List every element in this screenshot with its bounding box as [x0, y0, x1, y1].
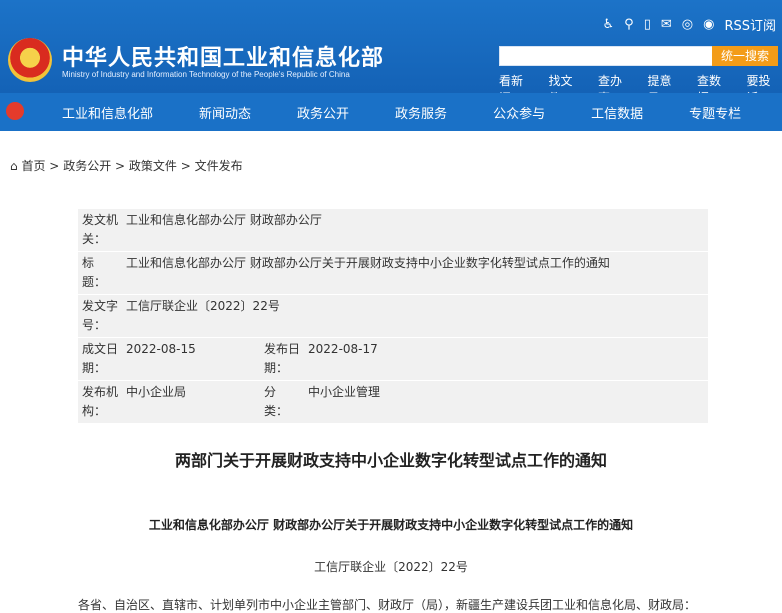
ie-logo-icon[interactable] — [6, 102, 24, 120]
nav-item-topics[interactable]: 专题专栏 — [689, 103, 741, 122]
document-subtitle: 工业和信息化部办公厅 财政部办公厅关于开展财政支持中小企业数字化转型试点工作的通… — [0, 516, 782, 533]
document-title: 两部门关于开展财政支持中小企业数字化转型试点工作的通知 — [0, 447, 782, 471]
meta-label: 发文机关： — [78, 209, 122, 252]
rss-link[interactable]: RSS订阅 — [724, 15, 776, 34]
document-body-first-line: 各省、自治区、直辖市、计划单列市中小企业主管部门、财政厅（局），新疆生产建设兵团… — [78, 596, 778, 613]
meta-label: 分 类： — [260, 381, 304, 424]
weibo-icon[interactable]: ◉ — [703, 17, 714, 32]
meta-org: 中小企业局 — [122, 381, 260, 424]
meta-label: 成文日期： — [78, 338, 122, 381]
meta-label: 发布日期： — [260, 338, 304, 381]
site-subtitle: Ministry of Industry and Information Tec… — [62, 70, 350, 79]
home-icon: ⌂ — [10, 159, 18, 173]
nav-item-participation[interactable]: 公众参与 — [493, 103, 545, 122]
nav-item-data[interactable]: 工信数据 — [591, 103, 643, 122]
national-emblem-icon — [8, 38, 52, 82]
wechat-icon[interactable]: ◎ — [682, 17, 693, 32]
breadcrumb-policy[interactable]: 政策文件 — [129, 159, 177, 173]
nav-item-gov-info[interactable]: 政务公开 — [297, 103, 349, 122]
meta-date: 2022-08-15 — [122, 338, 260, 381]
search-input[interactable] — [499, 46, 714, 66]
breadcrumb-release[interactable]: 文件发布 — [195, 159, 243, 173]
main-nav: 工业和信息化部 新闻动态 政务公开 政务服务 公众参与 工信数据 专题专栏 — [0, 93, 782, 131]
elder-mode-icon[interactable]: ♿ — [603, 17, 615, 32]
meta-pubdate: 2022-08-17 — [304, 338, 708, 381]
breadcrumb: ⌂ 首页 > 政务公开 > 政策文件 > 文件发布 — [10, 157, 243, 174]
meta-docno: 工信厅联企业〔2022〕22号 — [122, 295, 708, 338]
meta-label: 发文字号： — [78, 295, 122, 338]
meta-label: 标 题： — [78, 252, 122, 295]
breadcrumb-home[interactable]: 首页 — [21, 159, 45, 173]
meta-title: 工业和信息化部办公厅 财政部办公厅关于开展财政支持中小企业数字化转型试点工作的通… — [122, 252, 708, 295]
accessibility-icon[interactable]: ⚲ — [624, 17, 634, 32]
site-title[interactable]: 中华人民共和国工业和信息化部 — [62, 40, 384, 72]
meta-issuer: 工业和信息化部办公厅 财政部办公厅 — [122, 209, 708, 252]
top-utility-icons: ♿ ⚲ ▯ ✉ ◎ ◉ RSS订阅 — [603, 15, 776, 34]
meta-label: 发布机构： — [78, 381, 122, 424]
breadcrumb-gov-info[interactable]: 政务公开 — [63, 159, 111, 173]
mail-icon[interactable]: ✉ — [661, 17, 672, 32]
search-button[interactable]: 统一搜索 — [712, 46, 778, 66]
nav-item-news[interactable]: 新闻动态 — [199, 103, 251, 122]
nav-item-services[interactable]: 政务服务 — [395, 103, 447, 122]
mobile-icon[interactable]: ▯ — [644, 17, 651, 32]
meta-category: 中小企业管理 — [304, 381, 708, 424]
document-number: 工信厅联企业〔2022〕22号 — [0, 558, 782, 575]
nav-item-miit[interactable]: 工业和信息化部 — [62, 103, 153, 122]
document-metadata-table: 发文机关： 工业和信息化部办公厅 财政部办公厅 标 题： 工业和信息化部办公厅 … — [78, 209, 708, 424]
site-header: 中华人民共和国工业和信息化部 Ministry of Industry and … — [0, 0, 782, 93]
